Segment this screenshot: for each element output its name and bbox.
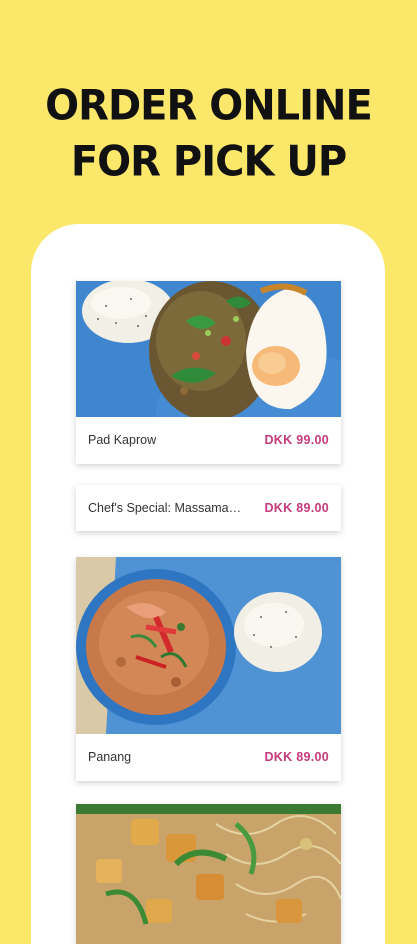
phone-screen: Pad Kaprow DKK 99.00 Chef's Special: Mas… bbox=[31, 224, 385, 944]
menu-item-price: DKK 99.00 bbox=[264, 433, 329, 447]
headline: ORDER ONLINE FOR PICK UP bbox=[0, 78, 417, 190]
menu-item-info: Pad Kaprow DKK 99.00 bbox=[76, 417, 341, 463]
menu-item-price: DKK 89.00 bbox=[264, 750, 329, 764]
food-photo-noodles bbox=[76, 804, 341, 944]
headline-line-2: FOR PICK UP bbox=[70, 137, 347, 187]
food-photo-panang bbox=[76, 557, 341, 734]
menu-item-card[interactable]: Pad Kaprow DKK 99.00 bbox=[76, 281, 341, 464]
menu-item-card[interactable]: Chef's Special: Massaman Curry DKK 89.00 bbox=[76, 485, 341, 531]
menu-item-info: Panang DKK 89.00 bbox=[76, 734, 341, 780]
menu-item-card[interactable]: Panang DKK 89.00 bbox=[76, 557, 341, 781]
menu-item-card[interactable] bbox=[76, 804, 341, 944]
menu-item-name: Panang bbox=[88, 750, 132, 764]
food-photo-pad-kaprow bbox=[76, 281, 341, 417]
menu-item-price: DKK 89.00 bbox=[264, 501, 329, 515]
menu-item-name: Chef's Special: Massaman Curry bbox=[88, 501, 246, 515]
headline-line-1: ORDER ONLINE bbox=[45, 81, 373, 131]
menu-item-name: Pad Kaprow bbox=[88, 433, 157, 447]
menu-item-info: Chef's Special: Massaman Curry DKK 89.00 bbox=[76, 485, 341, 531]
